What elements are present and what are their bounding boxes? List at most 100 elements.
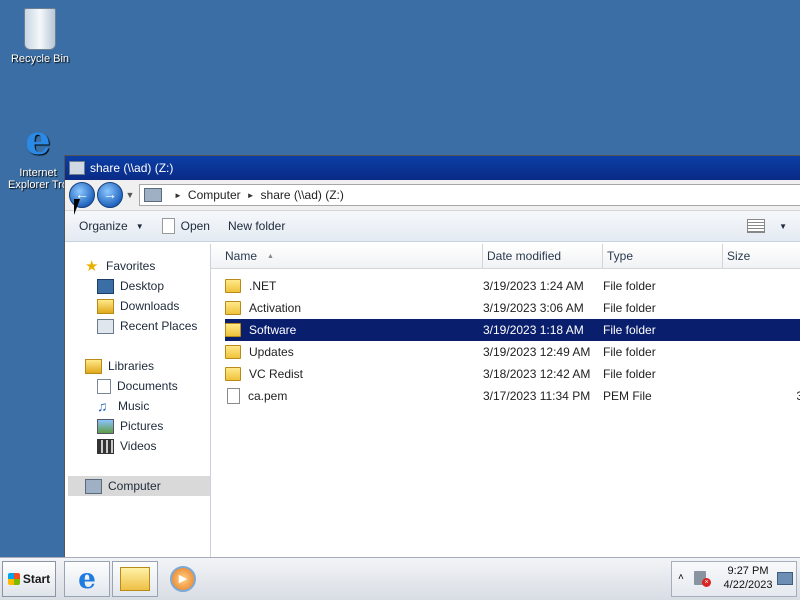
nav-documents[interactable]: Documents — [97, 376, 210, 396]
file-list: Name ▲ Date modified Type Size .NET 3/19… — [211, 244, 800, 559]
recent-pages-dropdown[interactable]: ▼ — [125, 190, 135, 200]
nav-desktop[interactable]: Desktop — [97, 276, 210, 296]
folder-icon — [225, 301, 241, 315]
navigation-pane: ★ Favorites Desktop Downloads Recent Pla… — [65, 244, 211, 559]
address-bar[interactable]: ► Computer ► share (\\ad) (Z:) — [139, 184, 800, 206]
computer-icon — [144, 188, 162, 202]
nav-libraries[interactable]: Libraries — [85, 356, 210, 376]
nav-desktop-label: Desktop — [120, 279, 165, 293]
file-row[interactable]: Activation 3/19/2023 3:06 AM File folder — [225, 297, 800, 319]
new-folder-button[interactable]: New folder — [228, 219, 285, 233]
column-size[interactable]: Size — [723, 244, 800, 268]
file-date: 3/17/2023 11:34 PM — [483, 389, 591, 403]
change-view-icon[interactable] — [747, 219, 766, 233]
file-size: 3 — [723, 389, 800, 403]
recycle-bin-shortcut[interactable]: Recycle Bin — [2, 8, 78, 65]
chevron-down-icon[interactable]: ▼ — [779, 222, 787, 231]
file-type: File folder — [603, 367, 656, 381]
taskbar-media-player[interactable]: ▶ — [160, 561, 206, 597]
recycle-bin-icon — [24, 8, 56, 50]
nav-music[interactable]: ♫ Music — [97, 396, 210, 416]
column-name[interactable]: Name ▲ — [211, 244, 483, 268]
window-titlebar[interactable]: share (\\ad) (Z:) — [65, 156, 800, 180]
nav-recent-places-label: Recent Places — [120, 319, 198, 333]
notification-area: ˄ × 9:27 PM 4/22/2023 — [671, 561, 797, 597]
desktop-icon — [97, 278, 114, 294]
column-type-label: Type — [607, 249, 634, 263]
file-rows: .NET 3/19/2023 1:24 AM File folder Activ… — [211, 269, 800, 407]
nav-recent-places[interactable]: Recent Places — [97, 316, 210, 336]
file-date: 3/19/2023 12:49 AM — [483, 345, 591, 359]
clock-date: 4/22/2023 — [723, 579, 773, 591]
file-row[interactable]: .NET 3/19/2023 1:24 AM File folder — [225, 275, 800, 297]
internet-explorer-icon: e — [25, 117, 51, 164]
chevron-down-icon: ▼ — [135, 221, 144, 231]
file-name: Updates — [249, 345, 294, 359]
file-type: PEM File — [603, 389, 652, 403]
windows-explorer-icon — [120, 567, 150, 591]
nav-documents-label: Documents — [117, 379, 178, 393]
file-row-selected[interactable]: Software 3/19/2023 1:18 AM File folder — [225, 319, 800, 341]
music-icon: ♫ — [97, 397, 108, 414]
file-type: File folder — [603, 323, 656, 337]
file-type: File folder — [603, 301, 656, 315]
chevron-right-icon[interactable]: ► — [174, 191, 182, 200]
nav-downloads[interactable]: Downloads — [97, 296, 210, 316]
organize-button[interactable]: Organize ▼ — [79, 219, 144, 233]
show-desktop-icon[interactable] — [777, 572, 793, 585]
folder-icon — [225, 323, 241, 337]
nav-downloads-label: Downloads — [120, 299, 180, 313]
file-row[interactable]: Updates 3/19/2023 12:49 AM File folder — [225, 341, 800, 363]
file-name: ca.pem — [248, 389, 288, 403]
column-type[interactable]: Type — [603, 244, 723, 268]
column-date-modified[interactable]: Date modified — [483, 244, 603, 268]
show-hidden-icons-icon[interactable]: ˄ — [678, 572, 684, 583]
nav-favorites[interactable]: ★ Favorites — [85, 256, 210, 276]
window-title: share (\\ad) (Z:) — [90, 161, 174, 175]
nav-videos[interactable]: Videos — [97, 436, 210, 456]
new-folder-label: New folder — [227, 219, 286, 233]
file-row[interactable]: VC Redist 3/18/2023 12:42 AM File folder — [225, 363, 800, 385]
libraries-icon — [85, 358, 102, 374]
internet-explorer-label: Internet Explorer Tro — [8, 167, 68, 191]
open-button[interactable]: Open — [161, 218, 210, 234]
column-name-label: Name — [225, 249, 258, 263]
chevron-down-icon: ▼ — [125, 190, 135, 200]
nav-computer[interactable]: Computer — [68, 476, 210, 496]
sort-ascending-icon: ▲ — [267, 252, 274, 260]
folder-icon — [225, 345, 241, 359]
arrow-right-icon: → — [103, 186, 117, 202]
mouse-cursor-icon — [74, 199, 86, 215]
file-name: Software — [249, 323, 297, 337]
organize-label: Organize — [79, 219, 128, 233]
forward-button[interactable]: → — [97, 182, 123, 208]
breadcrumb-share[interactable]: share (\\ad) (Z:) — [261, 188, 344, 202]
downloads-icon — [97, 298, 114, 314]
start-label: Start — [22, 572, 51, 586]
nav-pictures[interactable]: Pictures — [97, 416, 210, 436]
taskbar-internet-explorer[interactable]: e — [64, 561, 110, 597]
file-name: VC Redist — [249, 367, 304, 381]
videos-icon — [97, 438, 114, 454]
recent-places-icon — [97, 318, 114, 334]
computer-icon — [85, 478, 102, 494]
windows-logo-icon — [7, 573, 20, 585]
start-button[interactable]: Start — [2, 561, 56, 597]
documents-icon — [97, 378, 111, 394]
file-date: 3/19/2023 1:24 AM — [483, 279, 584, 293]
command-bar: Organize ▼ Open New folder ▼ — [65, 211, 800, 242]
star-icon: ★ — [85, 257, 99, 275]
file-date: 3/19/2023 3:06 AM — [483, 301, 584, 315]
pictures-icon — [97, 418, 114, 434]
breadcrumb-computer[interactable]: Computer — [188, 188, 241, 202]
nav-pictures-label: Pictures — [120, 419, 164, 433]
column-size-label: Size — [727, 249, 751, 263]
clock-time: 9:27 PM — [727, 565, 769, 577]
internet-explorer-icon: e — [78, 562, 96, 595]
file-name: Activation — [249, 301, 302, 315]
clock[interactable]: 9:27 PM 4/22/2023 — [718, 564, 778, 592]
taskbar-windows-explorer[interactable] — [112, 561, 158, 597]
file-row[interactable]: ca.pem 3/17/2023 11:34 PM PEM File 3 — [225, 385, 800, 407]
chevron-right-icon[interactable]: ► — [247, 191, 255, 200]
document-icon — [161, 218, 175, 234]
